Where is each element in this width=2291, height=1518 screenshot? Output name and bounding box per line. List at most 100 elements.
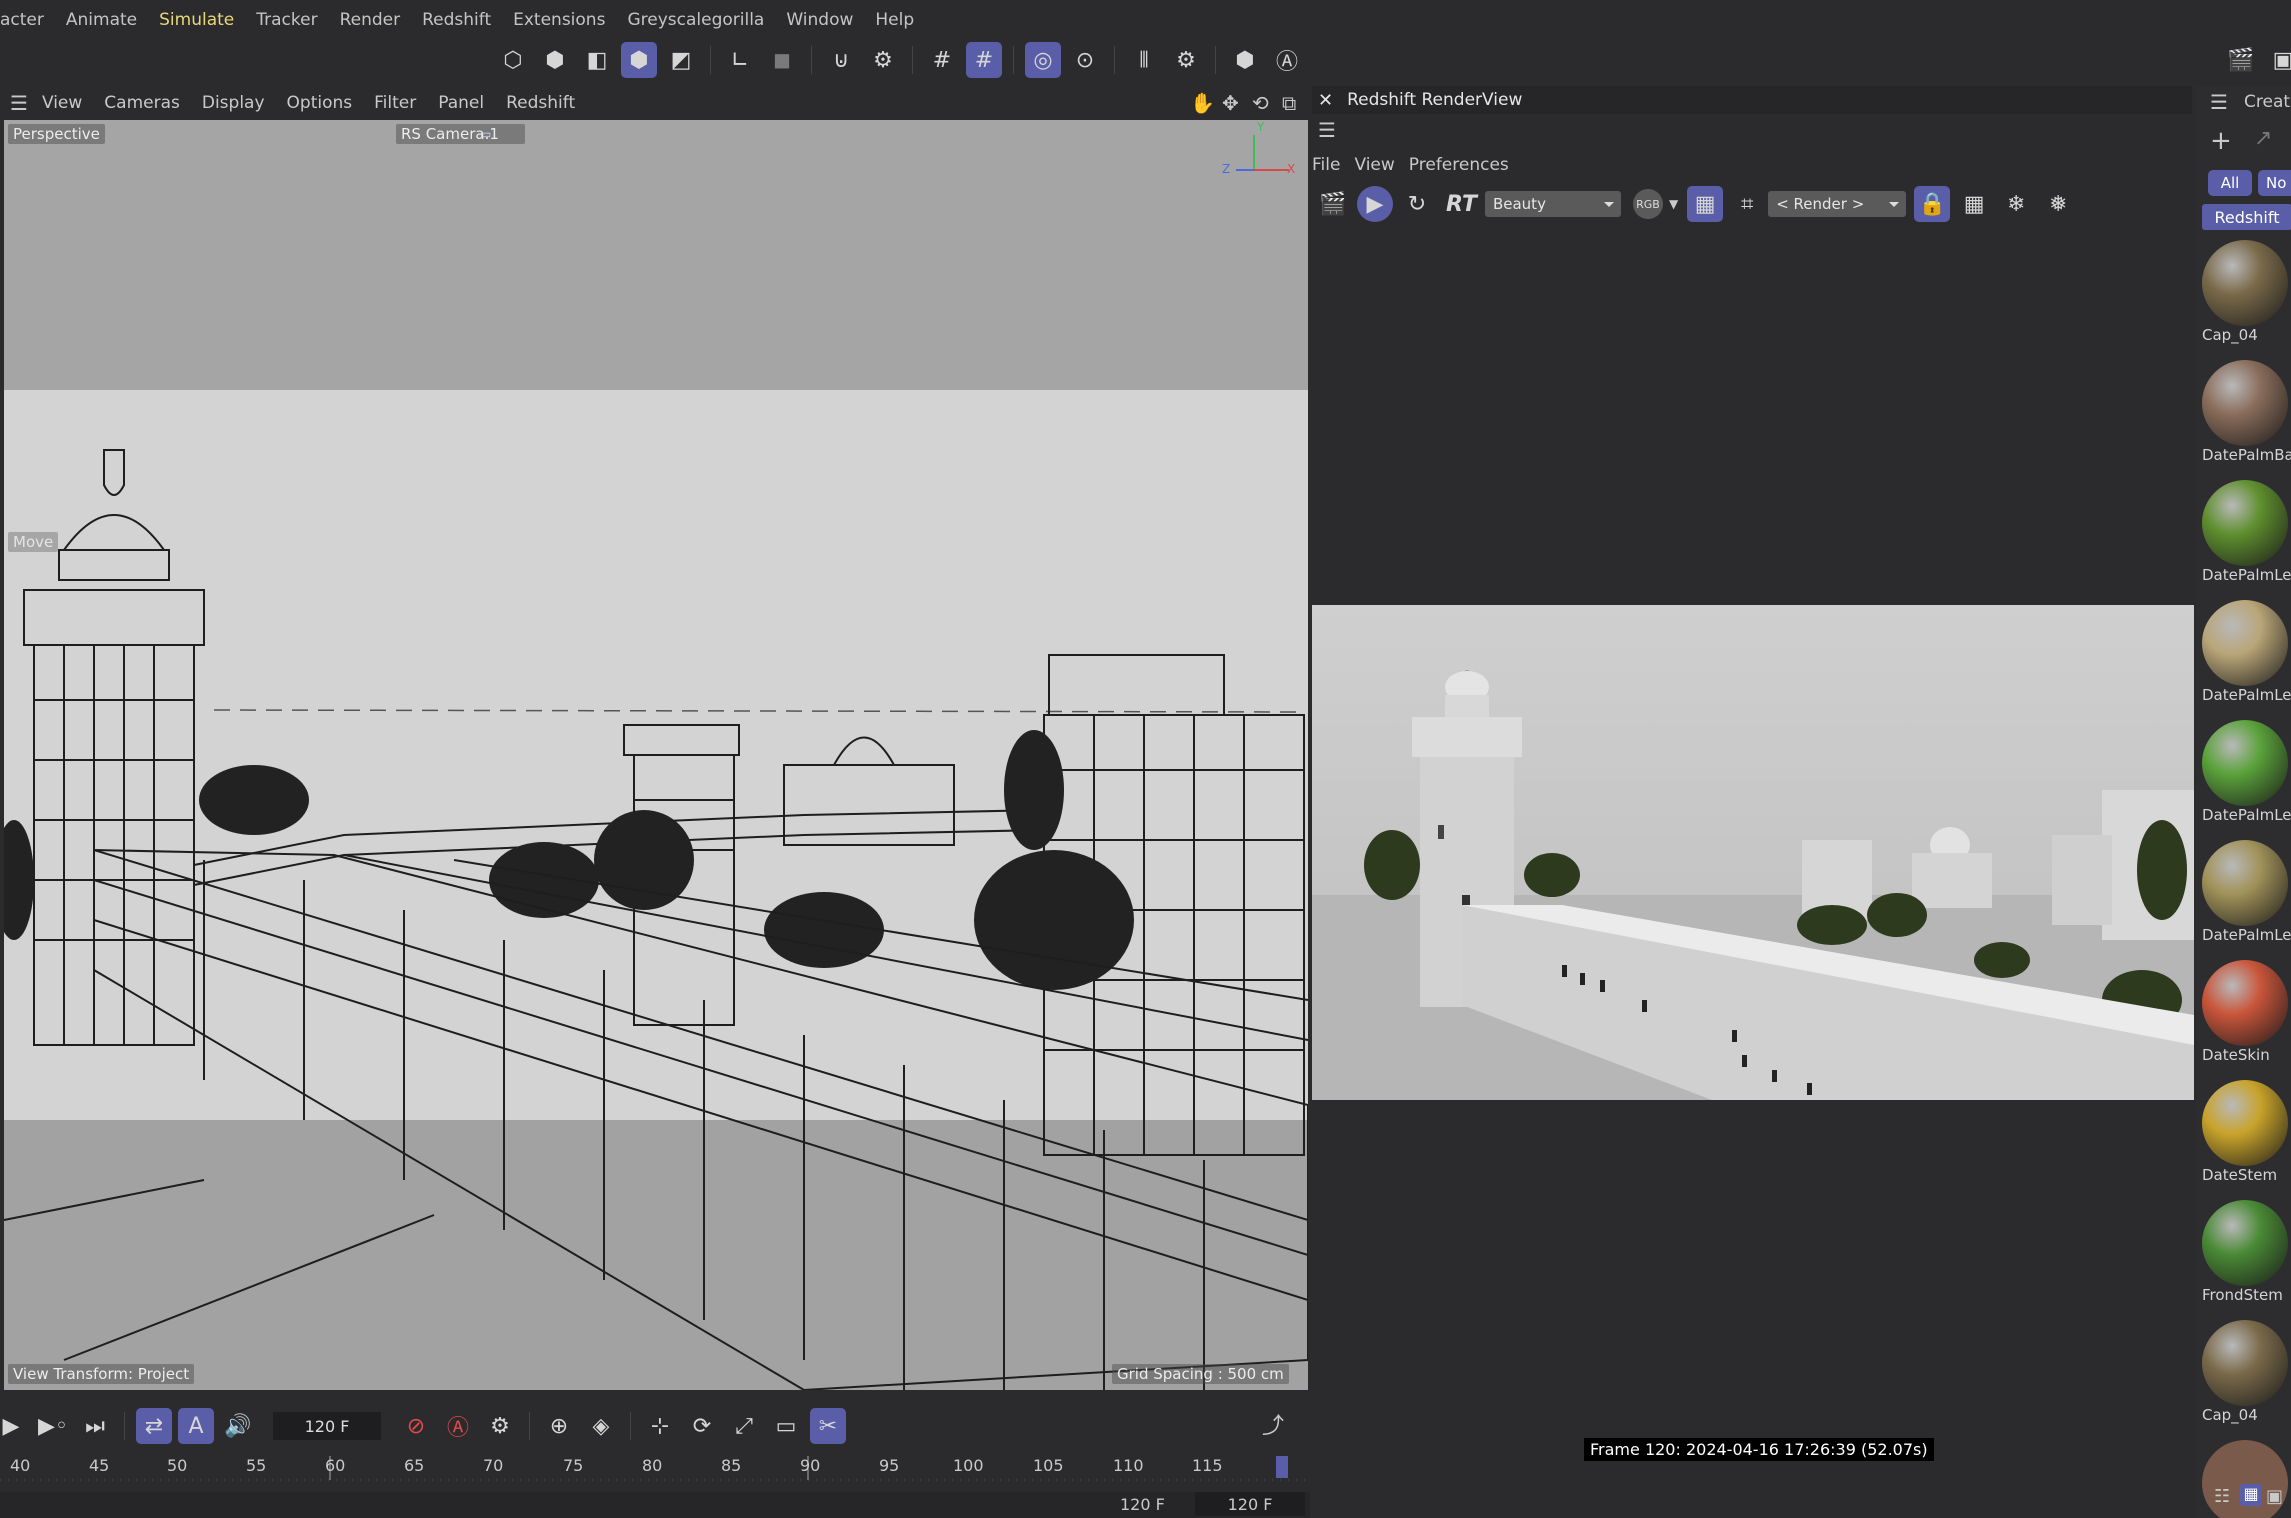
render-settings-icon[interactable]: ⊙ [1067, 42, 1103, 78]
viewport-projection-label[interactable]: Perspective [8, 124, 105, 144]
add-icon[interactable]: + [2210, 126, 2232, 156]
grid-view-icon[interactable]: ▦ [2240, 1484, 2262, 1506]
key-position-icon[interactable]: ⊹ [642, 1408, 678, 1444]
material-item[interactable]: DateSkin [2200, 960, 2291, 1064]
material-item[interactable]: DateStem [2200, 1080, 2291, 1184]
snap-settings-icon[interactable]: ⚙ [865, 42, 901, 78]
play-icon[interactable]: ▶ [0, 1408, 29, 1444]
renderview-menu-preferences[interactable]: Preferences [1409, 155, 1509, 175]
auto-key-icon[interactable]: Ⓐ [1269, 42, 1305, 78]
crop-icon[interactable]: ⌗ [1729, 186, 1765, 222]
keyframe-settings-icon[interactable]: ⚙ [482, 1408, 518, 1444]
end-frame-field[interactable]: 120 F [1195, 1492, 1305, 1516]
camera-link-icon[interactable]: ▭ [480, 127, 491, 141]
material-item[interactable]: DatePalmLe [2200, 480, 2291, 584]
grid-overlay-icon[interactable]: ▦ [1687, 186, 1724, 222]
hamburger-icon[interactable]: ☰ [1318, 118, 1336, 142]
material-item[interactable]: Cap_04 [2200, 240, 2291, 344]
rt-toggle[interactable]: RT [1446, 192, 1477, 217]
viewport-solo-icon[interactable]: ⬢ [1227, 42, 1263, 78]
viewport-menu-redshift[interactable]: Redshift [506, 93, 575, 113]
menu-redshift[interactable]: Redshift [422, 10, 491, 30]
audio-scrub-icon[interactable]: A [178, 1408, 214, 1444]
menu-character[interactable]: acter [0, 10, 44, 30]
list-view-icon[interactable]: ☷ [2214, 1486, 2230, 1507]
hamburger-icon[interactable]: ☰ [2210, 90, 2228, 114]
hamburger-icon[interactable]: ☰ [10, 91, 28, 115]
aov-dropdown[interactable]: Beauty [1484, 191, 1621, 217]
polygons-mode-icon[interactable]: ◧ [579, 42, 615, 78]
close-icon[interactable]: ✕ [1318, 90, 1333, 111]
menu-render[interactable]: Render [340, 10, 401, 30]
speaker-icon[interactable]: 🔊 [220, 1408, 256, 1444]
renderview-menu-file[interactable]: File [1312, 155, 1340, 175]
snapshot-grid-icon[interactable]: ▦ [1956, 186, 1992, 222]
grid-snap-icon[interactable]: # [924, 42, 960, 78]
filter-no-button[interactable]: No [2258, 170, 2291, 196]
material-item[interactable]: DatePalmBa [2200, 360, 2291, 464]
current-frame-field[interactable]: 120 F [273, 1412, 381, 1440]
motion-record-icon[interactable]: ◈ [583, 1408, 619, 1444]
menu-help[interactable]: Help [875, 10, 914, 30]
key-rotation-icon[interactable]: ⟳ [684, 1408, 720, 1444]
material-item[interactable]: FrondStem [2200, 1200, 2291, 1304]
viewport-menu-panel[interactable]: Panel [438, 93, 484, 113]
clapboard-icon[interactable]: 🎬 [1315, 186, 1351, 222]
material-item[interactable]: Cap_04 [2200, 1320, 2291, 1424]
points-mode-icon[interactable]: ⬡ [495, 42, 531, 78]
viewport-menu-view[interactable]: View [42, 93, 82, 113]
key-scale-icon[interactable]: ⤢ [726, 1408, 762, 1444]
create-menu[interactable]: Create [2244, 92, 2291, 112]
go-to-end-icon[interactable]: ⏭ [77, 1408, 113, 1444]
edges-mode-icon[interactable]: ⬢ [537, 42, 573, 78]
maximize-view-icon[interactable]: ⧉ [1282, 91, 1296, 115]
rgb-channel-button[interactable]: RGB [1632, 189, 1663, 219]
link-icon[interactable]: ↗ [2254, 126, 2272, 151]
freeze-icon[interactable]: ❄ [1998, 186, 2034, 222]
3d-viewport[interactable]: Perspective RS Camera.1 ▭ Move Y Z X Vie… [4, 120, 1308, 1390]
material-item[interactable]: DatePalmLe [2200, 840, 2291, 944]
viewport-menu-cameras[interactable]: Cameras [104, 93, 180, 113]
refresh-icon[interactable]: ↻ [1399, 186, 1435, 222]
chevron-down-icon[interactable]: ▼ [1669, 197, 1678, 211]
material-item[interactable]: DatePalmLe [2200, 600, 2291, 704]
lock-icon[interactable]: 🔒 [1914, 186, 1951, 222]
camera-selector[interactable]: RS Camera.1 [396, 124, 525, 144]
clapboard-icon[interactable]: 🎬 [2223, 42, 2259, 78]
large-icon-view-icon[interactable]: ▣ [2266, 1486, 2283, 1507]
magnet-snap-icon[interactable]: ⊍ [823, 42, 859, 78]
dolly-icon[interactable]: ✥ [1222, 91, 1239, 115]
record-keyframe-icon[interactable]: ⊘ [398, 1408, 434, 1444]
key-selection-icon[interactable]: ⊕ [541, 1408, 577, 1444]
render-target-dropdown[interactable]: < Render > [1768, 191, 1907, 217]
menu-animate[interactable]: Animate [66, 10, 137, 30]
menu-extensions[interactable]: Extensions [513, 10, 605, 30]
renderview-menu-view[interactable]: View [1354, 155, 1394, 175]
symmetry-settings-icon[interactable]: ⚙ [1168, 42, 1204, 78]
render-region-icon[interactable]: ◎ [1025, 42, 1061, 78]
freeze-settings-icon[interactable]: ❅ [2040, 186, 2076, 222]
workplane-snap-icon[interactable]: # [966, 42, 1002, 78]
menu-tracker[interactable]: Tracker [256, 10, 317, 30]
orbit-icon[interactable]: ⟲ [1252, 91, 1269, 115]
viewport-menu-options[interactable]: Options [287, 93, 353, 113]
symmetry-icon[interactable]: ⫴ [1126, 42, 1162, 78]
next-keyframe-icon[interactable]: ▶◦ [35, 1408, 71, 1444]
key-pla-icon[interactable]: ✂ [810, 1408, 846, 1444]
play-render-icon[interactable]: ▶ [1357, 186, 1393, 222]
key-param-icon[interactable]: ▭ [768, 1408, 804, 1444]
material-item[interactable]: DatePalmLe [2200, 720, 2291, 824]
model-mode-icon[interactable]: ⬢ [621, 42, 657, 78]
viewport-menu-display[interactable]: Display [202, 93, 265, 113]
timeline-ruler[interactable]: 40 45 50 55 60 65 70 75 80 85 90 95 100 … [0, 1456, 1310, 1492]
axis-mode-icon[interactable]: ∟ [722, 42, 758, 78]
pan-hand-icon[interactable]: ✋ [1190, 91, 1215, 115]
menu-simulate[interactable]: Simulate [159, 10, 234, 30]
redshift-tag[interactable]: Redshift [2202, 204, 2291, 230]
menu-greyscalegorilla[interactable]: Greyscalegorilla [627, 10, 764, 30]
menu-window[interactable]: Window [786, 10, 853, 30]
texture-mode-icon[interactable]: ◼ [764, 42, 800, 78]
uv-mode-icon[interactable]: ◩ [663, 42, 699, 78]
loop-icon[interactable]: ⇄ [136, 1408, 172, 1444]
render-output-image[interactable] [1312, 605, 2194, 1100]
